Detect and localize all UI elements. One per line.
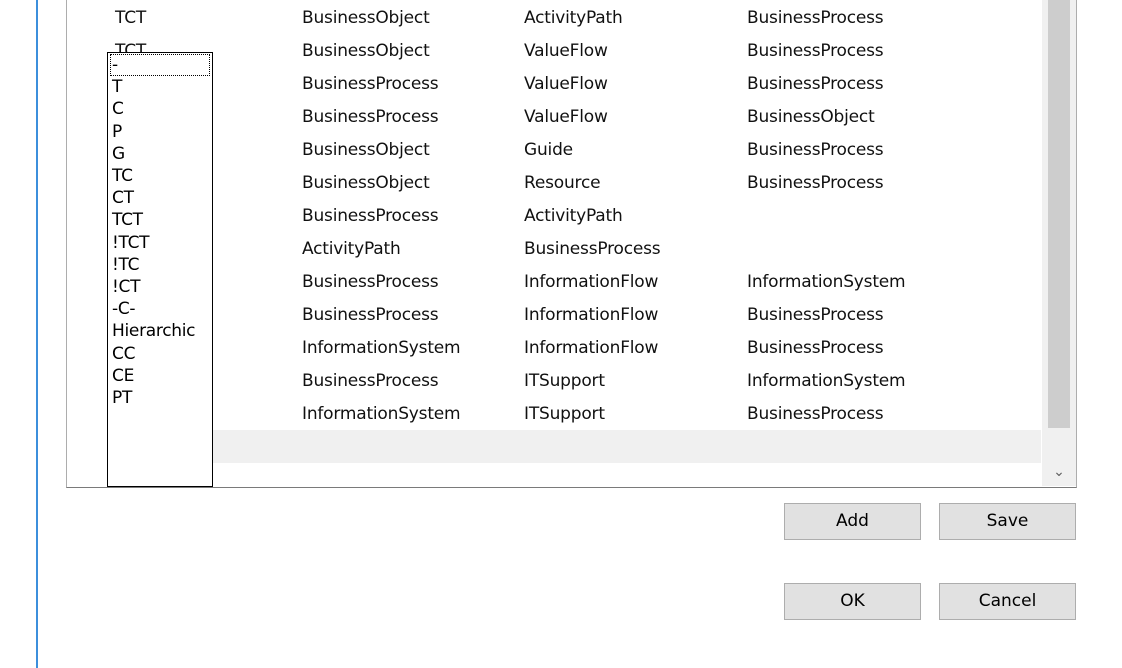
table-cell[interactable]: BusinessProcess [302, 107, 439, 127]
table-cell[interactable]: InformationSystem [302, 338, 461, 358]
table-row[interactable]: BusinessProcess ActivityPath [67, 201, 1042, 234]
dropdown-option[interactable]: TC [110, 165, 210, 187]
dropdown-option[interactable]: PT [110, 387, 210, 409]
dropdown-option[interactable]: CC [110, 343, 210, 365]
table-cell[interactable]: ValueFlow [524, 107, 608, 127]
table-cell[interactable]: InformationFlow [524, 272, 658, 292]
dropdown-option[interactable]: T [110, 76, 210, 98]
table-cell[interactable]: InformationFlow [524, 305, 658, 325]
dropdown-option[interactable]: - [110, 54, 210, 76]
dropdown-option[interactable]: P [110, 121, 210, 143]
table-row[interactable]: BusinessProcess InformationFlow BusinessPr… [67, 300, 1042, 333]
table-row[interactable]: BusinessObject Guide BusinessProcess [67, 135, 1042, 168]
table-cell[interactable]: BusinessObject [302, 140, 430, 160]
table-row[interactable]: BusinessProcess ITSupport InformationSyste… [67, 366, 1042, 399]
table-cell[interactable]: ValueFlow [524, 41, 608, 61]
scrollbar-thumb[interactable] [1048, 0, 1070, 428]
dropdown-option[interactable]: !TCT [110, 232, 210, 254]
table-row[interactable]: InformationSystem ITSupport BusinessProces… [67, 399, 1042, 432]
table-cell[interactable]: ActivityPath [524, 8, 623, 28]
table-cell[interactable]: BusinessProcess [747, 74, 884, 94]
table-row[interactable]: TCT BusinessObject ValueFlow BusinessProces… [67, 36, 1042, 69]
table-cell[interactable]: BusinessProcess [747, 338, 884, 358]
new-row-placeholder[interactable] [109, 430, 1041, 463]
table-cell[interactable]: BusinessProcess [302, 206, 439, 226]
table-cell[interactable]: ITSupport [524, 404, 605, 424]
scroll-down-icon[interactable]: ⌄ [1048, 462, 1070, 482]
ok-button[interactable]: OK [784, 583, 921, 620]
dropdown-option[interactable]: G [110, 143, 210, 165]
relations-grid[interactable]: TCT BusinessObject ActivityPath BusinessPro… [66, 0, 1077, 488]
dropdown-option[interactable]: TCT [110, 209, 210, 231]
table-cell[interactable]: Resource [524, 173, 601, 193]
table-cell[interactable]: ActivityPath [302, 239, 401, 259]
table-cell[interactable]: ActivityPath [524, 206, 623, 226]
cancel-button[interactable]: Cancel [939, 583, 1076, 620]
table-row[interactable]: BusinessProcess ValueFlow BusinessObject [67, 102, 1042, 135]
save-button[interactable]: Save [939, 503, 1076, 540]
table-cell[interactable]: BusinessProcess [302, 305, 439, 325]
table-row[interactable]: BusinessProcess InformationFlow Informatio… [67, 267, 1042, 300]
table-cell[interactable]: BusinessProcess [747, 41, 884, 61]
table-row[interactable]: BusinessProcess ValueFlow BusinessProcess [67, 69, 1042, 102]
table-cell[interactable]: BusinessProcess [302, 272, 439, 292]
table-cell[interactable]: InformationSystem [302, 404, 461, 424]
table-cell[interactable]: ITSupport [524, 371, 605, 391]
table-cell[interactable]: BusinessProcess [747, 173, 884, 193]
table-cell[interactable]: ValueFlow [524, 74, 608, 94]
table-row[interactable]: ActivityPath BusinessProcess [67, 234, 1042, 267]
table-row[interactable]: BusinessObject Resource BusinessProcess [67, 168, 1042, 201]
dropdown-option[interactable]: CT [110, 187, 210, 209]
table-cell[interactable]: BusinessObject [302, 8, 430, 28]
dropdown-option[interactable]: !TC [110, 254, 210, 276]
table-cell[interactable]: BusinessObject [302, 41, 430, 61]
dropdown-option[interactable]: C [110, 98, 210, 120]
table-cell[interactable]: BusinessProcess [302, 74, 439, 94]
vertical-scrollbar[interactable]: ⌄ [1042, 0, 1076, 486]
table-cell[interactable]: Guide [524, 140, 573, 160]
table-cell[interactable]: InformationFlow [524, 338, 658, 358]
table-cell[interactable]: BusinessProcess [302, 371, 439, 391]
table-cell[interactable]: BusinessProcess [747, 140, 884, 160]
table-cell[interactable]: BusinessObject [302, 173, 430, 193]
dropdown-option[interactable]: -C- [110, 298, 210, 320]
add-button[interactable]: Add [784, 503, 921, 540]
table-cell[interactable]: InformationSystem [747, 371, 906, 391]
table-cell[interactable]: InformationSystem [747, 272, 906, 292]
table-cell[interactable]: BusinessProcess [747, 404, 884, 424]
table-cell[interactable]: TCT [115, 8, 146, 28]
window-border [36, 0, 38, 668]
dropdown-option[interactable]: Hierarchic [110, 320, 210, 342]
dropdown-option[interactable]: !CT [110, 276, 210, 298]
table-cell[interactable]: BusinessProcess [747, 8, 884, 28]
table-row[interactable]: TCT BusinessObject ActivityPath BusinessPro… [67, 3, 1042, 36]
type-dropdown-list[interactable]: - T C P G TC CT TCT !TCT !TC !CT -C- Hierarchic CC CE P… [107, 52, 213, 487]
dropdown-option[interactable]: CE [110, 365, 210, 387]
table-row[interactable]: InformationSystem InformationFlow Business… [67, 333, 1042, 366]
table-cell[interactable]: BusinessProcess [747, 305, 884, 325]
table-cell[interactable]: BusinessProcess [524, 239, 661, 259]
table-cell[interactable]: BusinessObject [747, 107, 875, 127]
